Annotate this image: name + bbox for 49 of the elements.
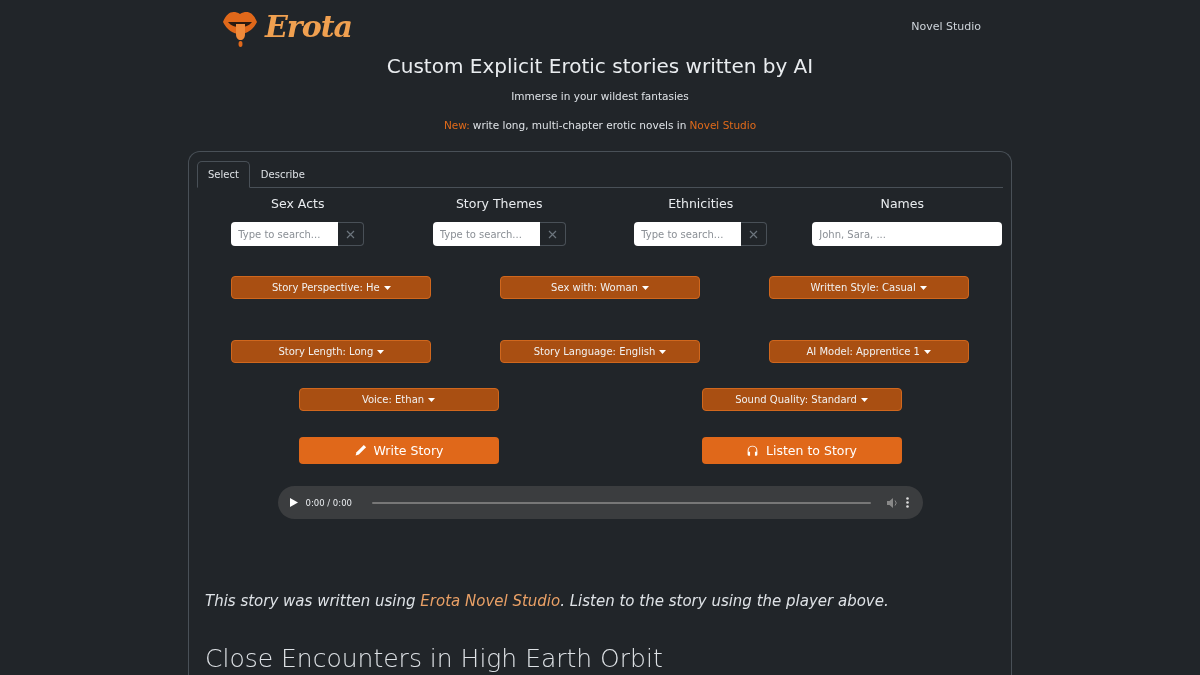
- dropdown-button[interactable]: Sound Quality: Standard: [701, 388, 902, 411]
- caret-icon: [860, 397, 868, 402]
- progress-track[interactable]: [371, 501, 871, 504]
- filter-title: Names: [880, 196, 924, 211]
- filter-title: Story Themes: [455, 196, 543, 211]
- close-icon: [749, 229, 759, 239]
- search-field[interactable]: Type to search...: [634, 222, 742, 246]
- clear-button[interactable]: [539, 222, 566, 246]
- new-label: New:: [443, 119, 470, 131]
- time-display: 0:00 / 0:00: [305, 497, 352, 508]
- dropdown-button[interactable]: Written Style: Casual: [768, 276, 969, 299]
- tab[interactable]: Describe: [249, 161, 316, 188]
- volume-icon[interactable]: [886, 497, 898, 508]
- dropdown-button[interactable]: Story Language: English: [500, 340, 700, 363]
- novel-studio-link[interactable]: Erota Novel Studio: [420, 592, 561, 610]
- caret-icon: [377, 349, 385, 354]
- caret-icon: [923, 349, 931, 354]
- search-field[interactable]: Type to search...: [432, 222, 540, 246]
- dropdown-button[interactable]: Voice: Ethan: [298, 388, 499, 411]
- caret-icon: [919, 285, 927, 290]
- dropdown-button[interactable]: Story Perspective: He: [231, 276, 432, 299]
- caret-icon: [659, 349, 667, 354]
- action-button[interactable]: Listen to Story: [701, 437, 902, 464]
- filter-title: Sex Acts: [271, 196, 325, 211]
- more-options-icon[interactable]: [905, 497, 909, 508]
- dropdown-button[interactable]: Story Length: Long: [231, 340, 432, 363]
- search-field[interactable]: Type to search...: [231, 222, 339, 246]
- caret-icon: [641, 285, 649, 290]
- close-icon: [346, 229, 356, 239]
- names-field[interactable]: John, Sara, ...: [812, 222, 1003, 246]
- pencil-icon: [353, 444, 367, 457]
- caret-icon: [383, 285, 391, 290]
- dropdown-button[interactable]: Sex with: Woman: [500, 276, 700, 299]
- headphones-icon: [746, 444, 759, 457]
- action-button[interactable]: Write Story: [298, 437, 499, 464]
- dropdown-button[interactable]: AI Model: Apprentice 1: [768, 340, 969, 363]
- play-icon[interactable]: [289, 498, 298, 507]
- announcement-text: write long, multi-chapter erotic novels in: [472, 119, 687, 131]
- novel-studio-link[interactable]: Novel Studio: [689, 119, 757, 131]
- story-title: Close Encounters in High Earth Orbit: [205, 644, 664, 673]
- page-title: Custom Explicit Erotic stories written by AI: [386, 54, 814, 78]
- filter-title: Ethnicities: [668, 196, 734, 211]
- logo-text[interactable]: Erota: [265, 8, 352, 44]
- nav-link[interactable]: Novel Studio: [911, 19, 981, 33]
- close-icon: [547, 229, 557, 239]
- caret-icon: [428, 397, 436, 402]
- story-note: This story was written using Erota Novel Studio. Listen to the story using the player above.: [205, 592, 890, 610]
- tab[interactable]: Select: [197, 161, 250, 188]
- subtitle: Immerse in your wildest fantasies: [511, 90, 689, 102]
